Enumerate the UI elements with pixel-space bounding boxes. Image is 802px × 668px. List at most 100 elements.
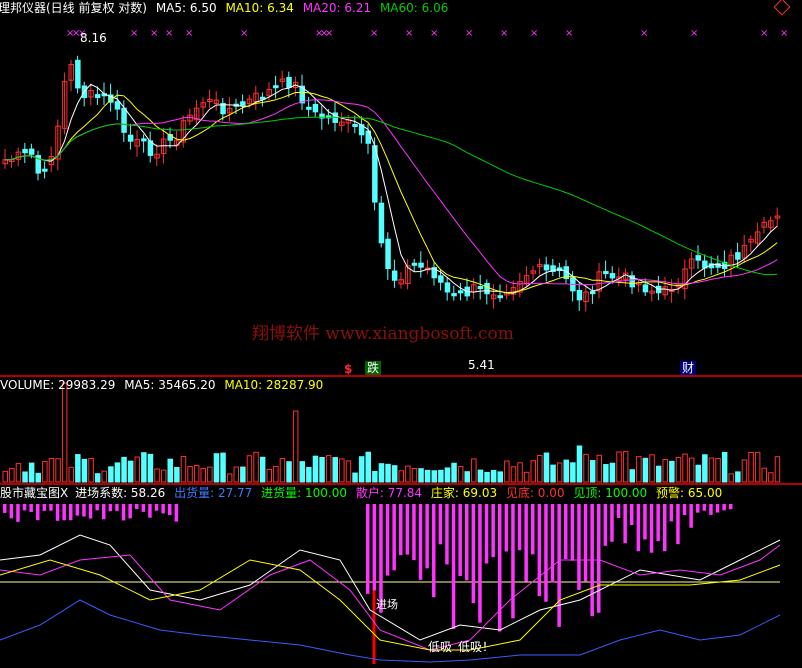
volume-bar: [292, 410, 299, 483]
volume-bar: [741, 459, 748, 483]
dealer-bar: [616, 504, 621, 518]
candle-body: [385, 238, 391, 270]
dealer-bar: [42, 504, 47, 511]
volume-bar: [22, 471, 28, 483]
volume-bar: [471, 458, 477, 483]
dealer-bar: [570, 504, 575, 561]
dealer-bar: [9, 504, 14, 519]
signal-marker: ×: [325, 28, 333, 39]
volume-bar: [48, 457, 55, 483]
dealer-bar: [636, 504, 641, 552]
signal-marker: ×: [500, 28, 508, 39]
volume-bar: [563, 459, 569, 483]
volume-bars: [2, 382, 781, 483]
volume-bar: [299, 461, 305, 483]
dealer-bar: [643, 504, 647, 540]
volume-bar: [424, 469, 431, 483]
volume-bar: [517, 462, 523, 483]
candle-body: [589, 291, 596, 295]
dealer-bar: [418, 504, 423, 580]
dealer-bar: [432, 504, 436, 598]
dealer-bar: [128, 504, 132, 519]
signal-marker: ×: [780, 28, 788, 39]
dealer-bar: [544, 504, 548, 602]
dealer-bar: [148, 504, 152, 518]
volume-bar: [774, 456, 781, 483]
dealer-bar: [491, 504, 495, 558]
dealer-bar: [445, 504, 449, 565]
indicator-bars-lines: [0, 504, 781, 664]
volume-bar: [42, 461, 48, 483]
signal-marker: ×: [690, 28, 698, 39]
volume-bar: [325, 455, 332, 483]
volume-bar: [464, 471, 470, 483]
dealer-bar: [168, 504, 172, 516]
volume-bar: [94, 473, 101, 483]
candle-body: [28, 148, 35, 155]
candle-body: [477, 286, 484, 290]
finance-mark[interactable]: 财: [680, 361, 697, 375]
dealer-bar: [729, 504, 733, 510]
price-header: 理邦仪器(日线 前复权 对数) MA5: 6.50 MA10: 6.34 MA2…: [0, 0, 802, 16]
volume-bar: [405, 465, 411, 483]
retail-value: 散户: 77.84: [355, 486, 423, 500]
candle-body: [543, 264, 550, 271]
volume-bar: [365, 451, 371, 483]
volume-bar: [418, 468, 424, 483]
ma10-line: [4, 91, 778, 294]
volume-bar: [576, 445, 583, 483]
dealer-bar: [115, 504, 119, 511]
candle-body: [75, 59, 81, 89]
dealer-bar: [438, 504, 443, 545]
watermark: 翔博软件 www.xiangbosoft.com: [252, 324, 514, 344]
volume-bar: [438, 469, 444, 483]
dealer-bar: [451, 504, 456, 630]
volume-bar: [662, 459, 668, 483]
volume-bar: [556, 462, 563, 483]
candle-body: [372, 145, 378, 203]
volume-bar: [655, 465, 662, 483]
volume-bar: [167, 458, 173, 483]
entry-coef: 进场系数: 58.26: [75, 486, 166, 500]
volume-bar: [259, 456, 266, 483]
volume-bar: [68, 466, 74, 483]
dealer-bar: [531, 504, 535, 555]
candle-body: [451, 293, 457, 297]
volume-bar: [603, 464, 609, 483]
dealer-bar: [405, 504, 410, 555]
volume-bar: [15, 463, 22, 483]
candle-body: [418, 262, 424, 268]
volume-bar: [372, 470, 378, 483]
signal-marker: ×: [530, 28, 538, 39]
volume-bar: [213, 453, 220, 483]
volume-bar: [319, 456, 325, 483]
dealer-bar: [511, 504, 515, 619]
volume-ma10: MA10: 28287.90: [224, 378, 324, 392]
drop-mark[interactable]: 跌: [365, 361, 382, 375]
volume-ma5: MA5: 35465.20: [124, 378, 216, 392]
dealer-bar: [676, 504, 680, 545]
volume-bar: [649, 454, 655, 483]
volume-bar: [312, 455, 319, 483]
dealer-bar: [29, 504, 33, 512]
dividend-mark[interactable]: $: [344, 362, 352, 376]
dealer-bar: [154, 504, 159, 511]
candle-body: [378, 202, 385, 244]
dealer-bar: [102, 504, 106, 520]
dealer-bar: [465, 504, 469, 581]
stock-title: 理邦仪器(日线 前复权 对数): [0, 1, 147, 15]
volume-bar: [55, 458, 61, 483]
candle-body: [306, 106, 312, 110]
candle-body: [411, 262, 418, 266]
dealer-bar: [471, 504, 476, 604]
volume-bar: [431, 470, 437, 483]
dealer-bar: [649, 504, 654, 553]
volume-bar: [398, 470, 404, 483]
top-value: 见顶: 100.00: [573, 486, 648, 500]
volume-bar: [484, 471, 490, 483]
dealer-bar: [55, 504, 60, 521]
dealer-bar: [135, 504, 139, 510]
price-candles: ××× × × × × × ××× × × × × × × × × × × ×: [2, 28, 788, 312]
volume-bar: [226, 473, 233, 483]
dealer-bar: [557, 504, 561, 627]
